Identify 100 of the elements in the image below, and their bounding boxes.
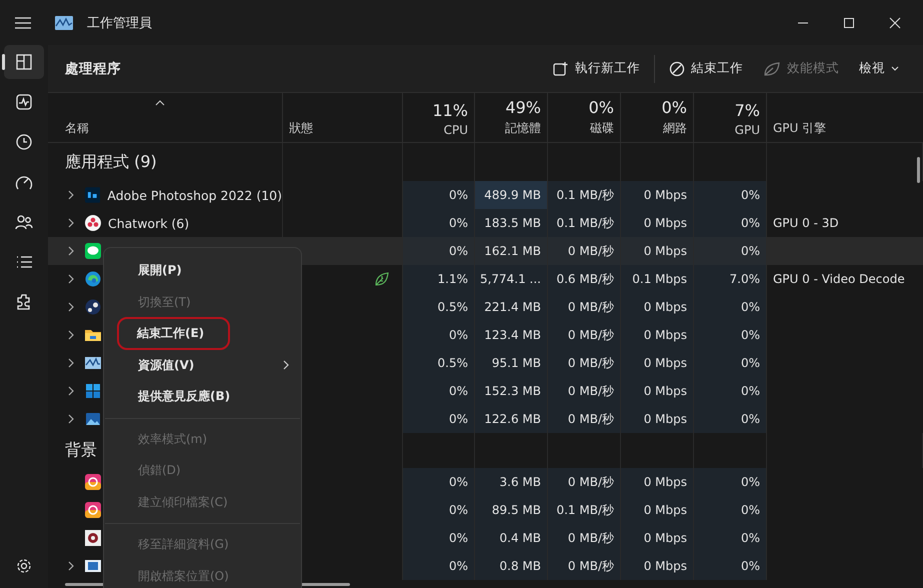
column-total: 0% bbox=[588, 98, 614, 117]
app-icon bbox=[85, 502, 101, 518]
table-cell: 183.5 MB bbox=[484, 216, 541, 230]
app-icon bbox=[85, 327, 101, 343]
chevron-icon[interactable] bbox=[68, 386, 74, 396]
table-cell: 0 Mbps bbox=[644, 475, 687, 489]
chevron-icon[interactable] bbox=[68, 246, 74, 256]
table-cell: 0 Mbps bbox=[644, 356, 687, 370]
sort-caret-icon[interactable] bbox=[155, 100, 165, 106]
toolbar-button[interactable]: 執行新工作 bbox=[543, 54, 650, 83]
window-title: 工作管理員 bbox=[87, 14, 152, 32]
table-cell: 3.6 MB bbox=[500, 475, 541, 489]
table-cell: 0% bbox=[740, 503, 760, 517]
table-cell: 0 Mbps bbox=[644, 384, 687, 398]
column-header[interactable]: CPU bbox=[444, 123, 468, 137]
table-cell: 0 Mbps bbox=[644, 531, 687, 545]
group-title: 應用程式 (9) bbox=[65, 152, 157, 172]
table-cell: 0 Mbps bbox=[644, 328, 687, 342]
table-cell: 0 Mbps bbox=[644, 503, 687, 517]
table-cell: 0 Mbps bbox=[644, 216, 687, 230]
column-header[interactable]: GPU bbox=[734, 123, 760, 137]
app-logo-icon bbox=[55, 16, 73, 30]
table-cell: 0% bbox=[448, 531, 468, 545]
table-cell: 0 Mbps bbox=[644, 559, 687, 573]
table-cell: 5,774.1 ... bbox=[480, 272, 541, 286]
table-cell: 0% bbox=[448, 216, 468, 230]
table-cell: 0% bbox=[448, 503, 468, 517]
app-icon bbox=[85, 383, 101, 399]
table-cell: 0.8 MB bbox=[500, 559, 541, 573]
chevron-icon[interactable] bbox=[68, 358, 74, 368]
table-cell: 0.1 Mbps bbox=[632, 272, 687, 286]
process-row[interactable]: Adobe Photoshop 2022 (10) 0% 489.9 MB 0.1 MB/秒 0 Mbps 0% bbox=[48, 181, 923, 209]
column-total: 7% bbox=[734, 101, 760, 120]
table-cell: 221.4 MB bbox=[484, 300, 541, 314]
scrollbar-thumb[interactable] bbox=[917, 157, 920, 183]
app-icon bbox=[85, 243, 101, 259]
table-cell: 0 Mbps bbox=[644, 244, 687, 258]
chevron-icon[interactable] bbox=[68, 414, 74, 424]
table-cell: 0.4 MB bbox=[500, 531, 541, 545]
table-cell: 0 Mbps bbox=[644, 412, 687, 426]
clock-icon bbox=[15, 133, 33, 151]
process-name: Adobe Photoshop 2022 (10) bbox=[107, 188, 282, 202]
table-cell: 0 MB/秒 bbox=[568, 410, 614, 428]
maximize-icon[interactable] bbox=[843, 16, 855, 28]
table-cell: 152.3 MB bbox=[484, 384, 541, 398]
pulse-icon bbox=[15, 93, 33, 111]
plus-square-icon bbox=[553, 60, 569, 76]
chevron-icon[interactable] bbox=[68, 330, 74, 340]
settings-icon[interactable] bbox=[16, 558, 32, 574]
no-entry-icon bbox=[669, 60, 685, 76]
app-icon bbox=[85, 215, 101, 231]
table-cell: 0 Mbps bbox=[644, 300, 687, 314]
table-cell: 1.1% bbox=[438, 272, 468, 286]
app-icon bbox=[85, 411, 101, 427]
app-icon bbox=[85, 474, 101, 490]
table-cell: 0% bbox=[740, 244, 760, 258]
table-cell: 162.1 MB bbox=[484, 244, 541, 258]
column-header[interactable]: GPU 引擎 bbox=[773, 120, 917, 137]
table-cell: 0% bbox=[740, 559, 760, 573]
table-cell: 0% bbox=[448, 559, 468, 573]
table-cell: 0% bbox=[448, 328, 468, 342]
grid-icon bbox=[15, 53, 33, 71]
column-header[interactable]: 名稱 bbox=[65, 120, 276, 137]
chevron-icon[interactable] bbox=[68, 218, 74, 228]
caret-icon bbox=[891, 66, 899, 72]
table-cell: 0.1 MB/秒 bbox=[556, 214, 614, 232]
column-header[interactable]: 記憶體 bbox=[505, 120, 541, 137]
table-cell: 0.5% bbox=[438, 300, 468, 314]
menu-item[interactable]: 資源值(V) bbox=[104, 350, 301, 381]
toolbar-button[interactable]: 檢視 bbox=[849, 54, 909, 83]
column-header[interactable]: 網路 bbox=[663, 120, 687, 137]
chevron-icon[interactable] bbox=[68, 274, 74, 284]
column-header[interactable]: 狀態 bbox=[289, 120, 396, 137]
table-cell: 0% bbox=[740, 216, 760, 230]
table-cell: 0.5% bbox=[438, 356, 468, 370]
table-cell: 0 MB/秒 bbox=[568, 326, 614, 344]
app-icon bbox=[85, 558, 101, 574]
table-cell: 89.5 MB bbox=[492, 503, 541, 517]
column-total: 49% bbox=[505, 98, 541, 117]
app-icon bbox=[85, 299, 101, 315]
menu-icon[interactable] bbox=[15, 16, 31, 28]
table-cell: 123.4 MB bbox=[484, 328, 541, 342]
toolbar-button[interactable]: 結束工作 bbox=[659, 54, 753, 83]
menu-item[interactable]: 提供意見反應(B) bbox=[104, 381, 301, 412]
chevron-icon[interactable] bbox=[68, 302, 74, 312]
table-cell: 0% bbox=[740, 356, 760, 370]
app-icon bbox=[85, 271, 101, 287]
table-cell: 0% bbox=[448, 475, 468, 489]
table-cell: 0% bbox=[740, 188, 760, 202]
leaf-icon bbox=[763, 60, 781, 76]
process-row[interactable]: Chatwork (6) 0% 183.5 MB 0.1 MB/秒 0 Mbps 0% GPU 0 - 3D bbox=[48, 209, 923, 237]
table-cell: 0 Mbps bbox=[644, 188, 687, 202]
table-cell: 0 MB/秒 bbox=[568, 474, 614, 490]
column-header[interactable]: 磁碟 bbox=[590, 120, 614, 137]
chevron-icon[interactable] bbox=[68, 190, 74, 200]
chevron-icon[interactable] bbox=[68, 561, 74, 571]
close-icon[interactable] bbox=[889, 16, 901, 28]
sidebar-item[interactable] bbox=[4, 45, 44, 79]
people-icon bbox=[15, 213, 33, 231]
table-cell: 0% bbox=[448, 244, 468, 258]
